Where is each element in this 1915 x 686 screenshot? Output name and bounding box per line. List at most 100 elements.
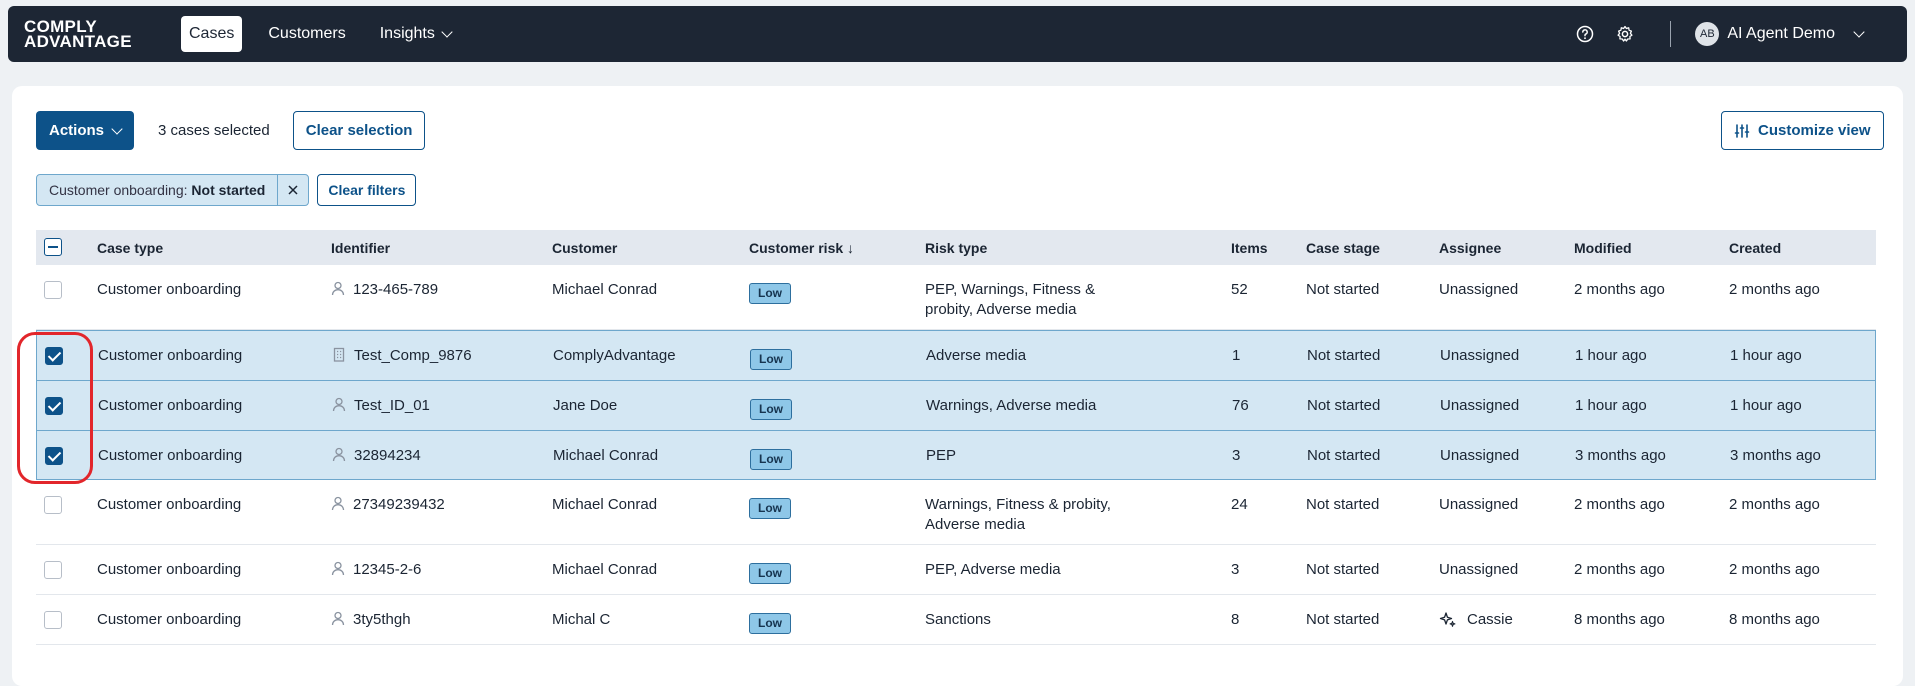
risk-type: Warnings, Adverse media <box>926 396 1096 416</box>
risk-type: PEP, Adverse media <box>925 560 1061 580</box>
nav-item-label: Customers <box>268 25 346 42</box>
top-nav-bar: COMPLY ADVANTAGE Cases Customers Insight… <box>8 6 1907 62</box>
table-row[interactable]: Customer onboarding Test_Comp_9876 ComplyA… <box>36 330 1876 380</box>
column-header[interactable]: Customer <box>552 238 617 258</box>
case-stage: Not started <box>1307 447 1381 464</box>
row-checkbox[interactable] <box>44 561 62 579</box>
clear-filters-button[interactable]: Clear filters <box>317 174 417 206</box>
avatar[interactable]: AB <box>1695 22 1720 46</box>
close-icon[interactable] <box>277 175 308 205</box>
column-header[interactable]: Customer risk ↓ <box>749 238 854 258</box>
risk-badge: Low <box>749 563 791 584</box>
identifier-value: 3ty5thgh <box>353 611 411 628</box>
nav-item-label: Cases <box>189 25 235 42</box>
modified-date: 1 hour ago <box>1575 347 1647 364</box>
identifier[interactable]: 12345-2-6 <box>331 560 421 582</box>
filter-bar: Customer onboarding: Not started Clear f… <box>36 174 417 206</box>
filter-chip-label: Customer onboarding: Not started <box>37 182 277 198</box>
nav-item-insights[interactable]: Insights <box>372 16 459 52</box>
identifier-value: 12345-2-6 <box>353 561 422 578</box>
created-date: 1 hour ago <box>1730 397 1802 414</box>
assignee-name: Unassigned <box>1439 281 1519 298</box>
risk-type-line: Warnings, Adverse media <box>926 397 1097 414</box>
table-row[interactable]: Customer onboarding Test_ID_01 Jane Doe Low… <box>36 380 1876 430</box>
items-count: 24 <box>1231 496 1248 513</box>
column-header[interactable]: Assignee <box>1439 238 1501 258</box>
identifier[interactable]: 32894234 <box>332 446 421 468</box>
nav-item-customers[interactable]: Customers <box>260 16 353 52</box>
risk-type-line: Adverse media <box>925 516 1026 533</box>
identifier[interactable]: Test_Comp_9876 <box>332 346 472 368</box>
row-checkbox[interactable] <box>45 347 63 365</box>
risk-type-line: PEP, Adverse media <box>925 561 1061 578</box>
table-row[interactable]: Customer onboarding 123-465-789 Michael Co… <box>36 265 1876 330</box>
table-row[interactable]: Customer onboarding 32894234 Michael Conra… <box>36 430 1876 480</box>
column-header[interactable]: Identifier <box>331 238 390 258</box>
customize-view-label: Customize view <box>1758 122 1871 139</box>
table-row[interactable]: Customer onboarding 3ty5thgh Michal C Low Sa… <box>36 595 1876 645</box>
assignee-name: Unassigned <box>1440 347 1520 364</box>
column-header[interactable]: Risk type <box>925 238 987 258</box>
chevron-down-icon[interactable] <box>1853 26 1865 38</box>
risk-type: Adverse media <box>926 346 1026 366</box>
modified-date: 3 months ago <box>1575 447 1666 464</box>
identifier[interactable]: Test_ID_01 <box>332 396 430 418</box>
risk-cell: Low <box>749 283 791 304</box>
selection-count: 3 cases selected <box>158 122 270 139</box>
actions-button[interactable]: Actions <box>36 111 135 150</box>
items-count: 3 <box>1231 561 1240 578</box>
person-icon <box>332 397 346 418</box>
column-header[interactable]: Items <box>1231 238 1268 258</box>
gear-icon[interactable] <box>1614 23 1636 45</box>
identifier[interactable]: 123-465-789 <box>331 280 438 302</box>
row-checkbox[interactable] <box>45 447 63 465</box>
divider <box>1670 21 1672 47</box>
risk-badge: Low <box>749 498 791 519</box>
identifier-value: 123-465-789 <box>353 281 439 298</box>
filter-value: Not started <box>191 182 266 198</box>
help-icon[interactable] <box>1574 23 1596 45</box>
assignee: Unassigned <box>1440 346 1519 366</box>
risk-badge: Low <box>750 399 792 420</box>
select-all-checkbox[interactable] <box>44 238 62 256</box>
table-row[interactable]: Customer onboarding 12345-2-6 Michael Conr… <box>36 545 1876 595</box>
identifier-value: Test_ID_01 <box>354 397 430 414</box>
column-header[interactable]: Created <box>1729 238 1781 258</box>
customer-name: Jane Doe <box>553 397 618 414</box>
table-row[interactable]: Customer onboarding 27349239432 Michael Co… <box>36 480 1876 545</box>
clear-selection-button[interactable]: Clear selection <box>292 111 426 150</box>
assignee: Unassigned <box>1440 446 1519 466</box>
risk-cell: Low <box>750 349 792 370</box>
risk-type: PEP, Warnings, Fitness & probity, Adverse… <box>925 280 1095 320</box>
risk-type-line: PEP, Warnings, Fitness & <box>925 281 1096 298</box>
case-stage: Not started <box>1307 347 1381 364</box>
person-icon <box>331 611 345 632</box>
column-header[interactable]: Case stage <box>1306 238 1380 258</box>
modified-date: 1 hour ago <box>1575 397 1647 414</box>
row-checkbox[interactable] <box>44 496 62 514</box>
user-name[interactable]: AI Agent Demo <box>1727 25 1835 43</box>
identifier[interactable]: 3ty5thgh <box>331 610 411 632</box>
cases-table: Case type Identifier Customer Customer r… <box>36 230 1876 645</box>
risk-type-line: Warnings, Fitness & probity, <box>925 496 1111 513</box>
column-header[interactable]: Modified <box>1574 238 1632 258</box>
created-date: 2 months ago <box>1729 561 1820 578</box>
identifier[interactable]: 27349239432 <box>331 495 445 517</box>
assignee: Unassigned <box>1440 396 1519 416</box>
customer-name: Michael Conrad <box>552 496 658 513</box>
customize-view-button[interactable]: Customize view <box>1721 111 1884 150</box>
row-checkbox[interactable] <box>44 281 62 299</box>
logo[interactable]: COMPLY ADVANTAGE <box>24 18 152 50</box>
column-header[interactable]: Case type <box>97 238 163 258</box>
risk-cell: Low <box>750 449 792 470</box>
row-checkbox[interactable] <box>45 397 63 415</box>
filter-chip[interactable]: Customer onboarding: Not started <box>36 174 310 206</box>
assignee: Unassigned <box>1439 495 1518 515</box>
customer-name: Michael Conrad <box>552 281 658 298</box>
identifier-value: 32894234 <box>354 447 421 464</box>
table-header: Case type Identifier Customer Customer r… <box>36 230 1876 265</box>
case-stage: Not started <box>1306 611 1380 628</box>
row-checkbox[interactable] <box>44 611 62 629</box>
items-count: 1 <box>1232 347 1241 364</box>
nav-item-cases[interactable]: Cases <box>181 16 243 52</box>
